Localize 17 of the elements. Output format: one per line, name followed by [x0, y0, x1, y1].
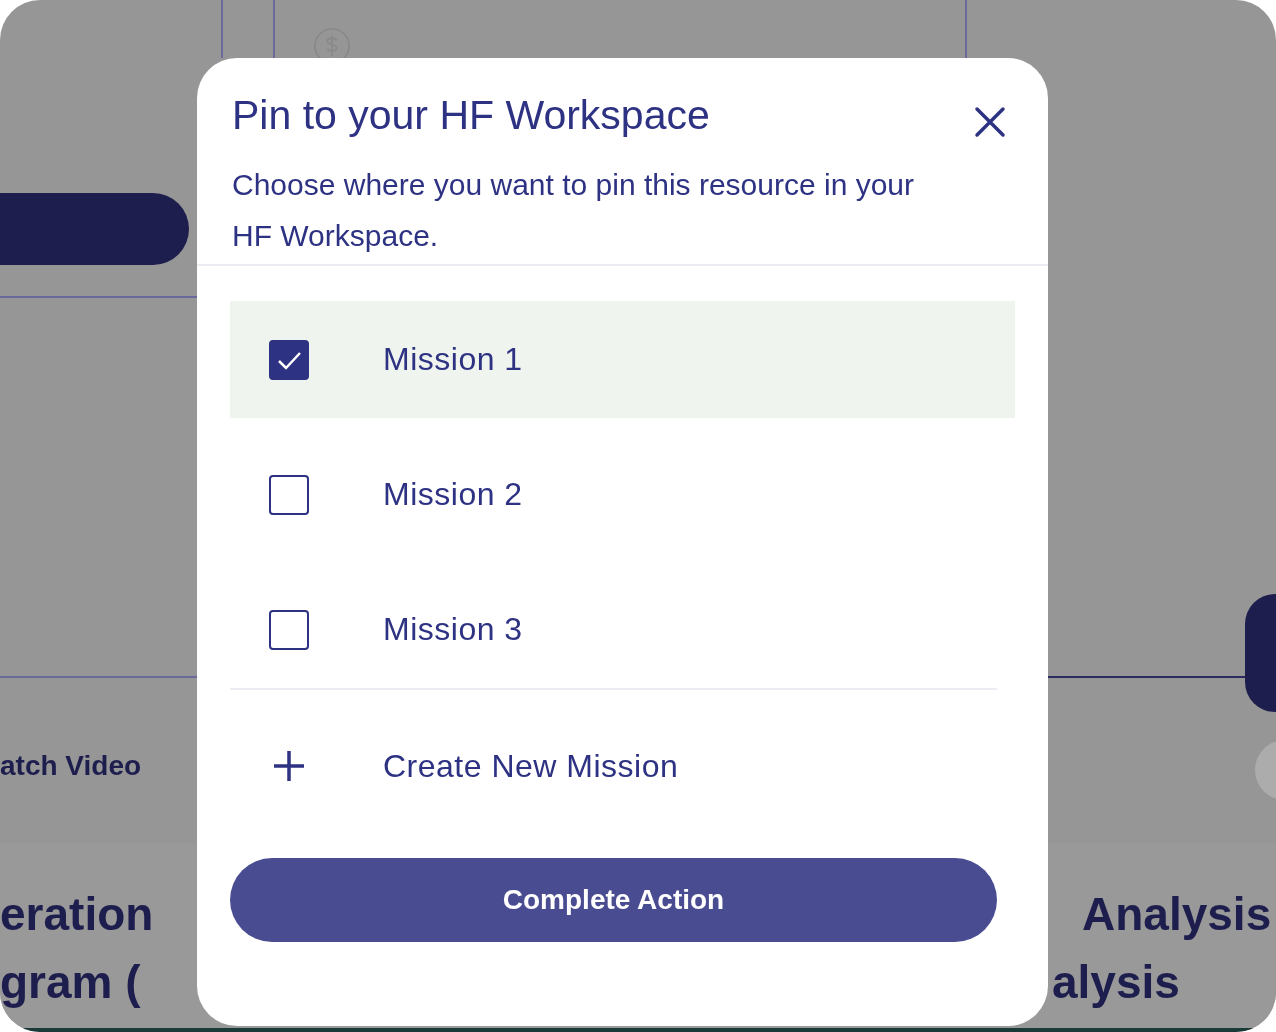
plus-icon	[272, 749, 306, 783]
mission-option[interactable]: Mission 1	[230, 301, 1015, 418]
card-title: alysis	[1052, 955, 1181, 1010]
card-title: eration	[0, 887, 154, 942]
mission-option[interactable]: Mission 3	[230, 571, 1015, 688]
checkbox[interactable]	[269, 474, 309, 515]
dialog-description: Choose where you want to pin this resource in your HF Workspace.	[232, 167, 916, 254]
card-title: Analysis	[1082, 887, 1272, 942]
close-button[interactable]	[974, 105, 1006, 138]
card-title: gram (	[0, 955, 142, 1010]
checkbox[interactable]	[269, 609, 309, 650]
dialog-title: Pin to your HF Workspace	[232, 92, 710, 139]
create-mission-button[interactable]: Create New Mission	[230, 690, 1015, 842]
mission-option[interactable]: Mission 2	[230, 436, 1015, 553]
complete-action-button[interactable]: Complete Action	[230, 858, 997, 942]
close-icon	[974, 105, 1006, 138]
checkbox[interactable]	[269, 339, 309, 380]
